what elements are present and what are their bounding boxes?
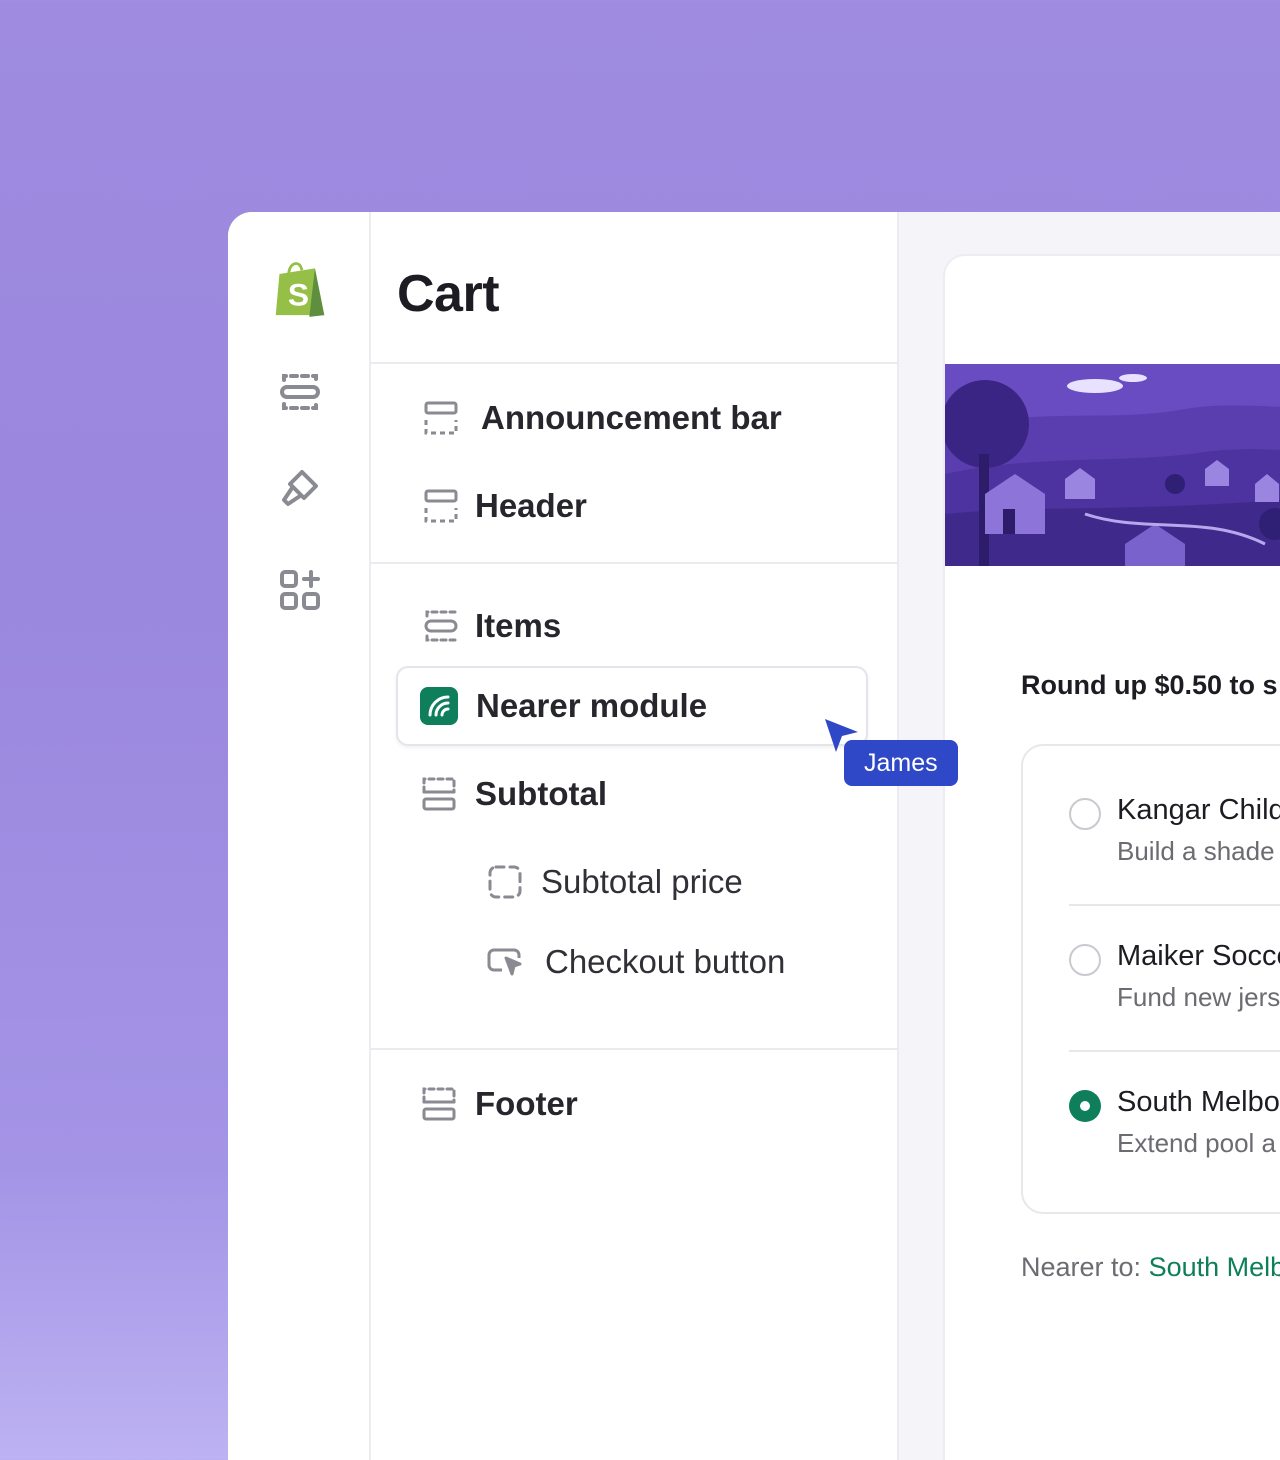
divider (1069, 1050, 1280, 1052)
nearer-attribution: Nearer to: South Melb (1021, 1252, 1280, 1283)
divider (371, 362, 899, 364)
selected-block-nearer-module[interactable]: Nearer module (396, 666, 868, 746)
nearer-prefix: Nearer to: (1021, 1252, 1149, 1282)
divider (1069, 904, 1280, 906)
section-label: Announcement bar (481, 399, 782, 436)
section-label: Items (475, 607, 562, 644)
radio-button[interactable] (1069, 798, 1101, 830)
section-label: Header (475, 487, 587, 524)
section-subtotal[interactable]: Subtotal (419, 764, 607, 824)
paintbrush-icon[interactable] (272, 460, 328, 516)
section-label: Footer (475, 1085, 578, 1122)
editor-window: S Cart Announcement bar Header Items Nea… (228, 212, 1280, 1460)
radio-button[interactable] (1069, 944, 1101, 976)
apps-add-icon[interactable] (272, 562, 328, 618)
svg-text:S: S (288, 277, 309, 313)
page-title: Cart (397, 265, 500, 323)
shopify-logo-icon[interactable]: S (272, 260, 328, 317)
block-icon (485, 862, 525, 902)
divider (371, 1048, 899, 1050)
option-description: Fund new jers (1117, 982, 1280, 1012)
icon-rail: S (228, 212, 371, 1460)
sections-icon[interactable] (272, 364, 328, 420)
divider (371, 562, 899, 564)
section-items[interactable]: Items (421, 596, 561, 656)
section-announcement-bar[interactable]: Announcement bar (421, 388, 782, 448)
section-icon (421, 398, 461, 438)
footer-icon (419, 1084, 459, 1124)
radio-button-selected[interactable] (1069, 1090, 1101, 1122)
block-label: Subtotal price (541, 863, 743, 900)
block-label: Nearer module (476, 687, 708, 724)
collaborator-name-tag: James (844, 740, 958, 786)
round-up-heading: Round up $0.50 to s (1021, 670, 1278, 700)
cart-preview-card: Round up $0.50 to s Kangar Childr Build … (943, 254, 1280, 1460)
option-name: South Melbou (1117, 1086, 1280, 1118)
block-row: Nearer module (420, 676, 707, 736)
option-name: Maiker Socce (1117, 940, 1280, 972)
app-block-icon (420, 687, 458, 725)
donation-options: Kangar Childr Build a shade Maiker Socce… (1021, 744, 1280, 1214)
subtotal-icon (419, 774, 459, 814)
hero-illustration (945, 364, 1280, 566)
collaborator-name: James (864, 748, 938, 777)
section-footer[interactable]: Footer (419, 1074, 578, 1134)
block-label: Checkout button (545, 943, 786, 980)
button-cursor-icon (485, 942, 525, 982)
option-name: Kangar Childr (1117, 794, 1280, 826)
block-checkout-button[interactable]: Checkout button (485, 932, 785, 992)
store-preview: Round up $0.50 to s Kangar Childr Build … (899, 212, 1280, 1460)
items-icon (421, 606, 461, 646)
section-label: Subtotal (475, 775, 607, 812)
sections-panel: Cart Announcement bar Header Items Neare… (371, 212, 899, 1460)
block-subtotal-price[interactable]: Subtotal price (485, 852, 743, 912)
section-icon (421, 486, 461, 526)
section-header[interactable]: Header (421, 476, 587, 536)
option-description: Extend pool a (1117, 1128, 1277, 1158)
nearer-link[interactable]: South Melb (1149, 1252, 1280, 1282)
option-description: Build a shade (1117, 836, 1275, 866)
